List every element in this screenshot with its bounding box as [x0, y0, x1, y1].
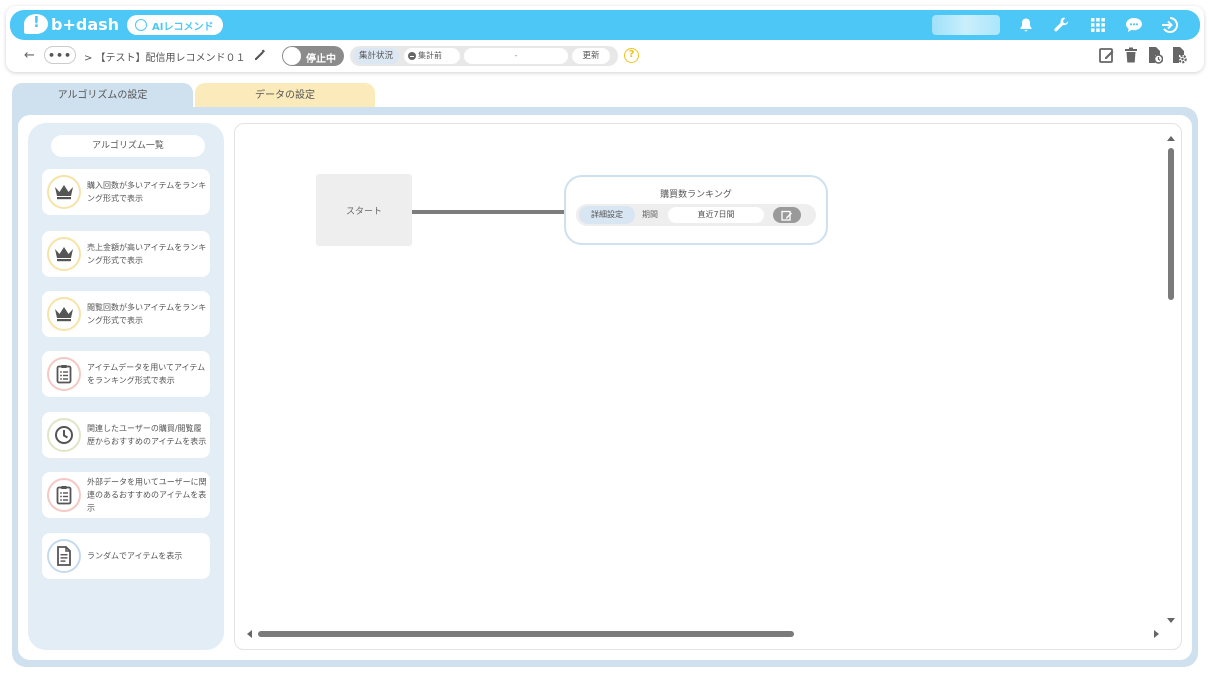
- detail-settings-button[interactable]: 詳細設定: [579, 206, 635, 224]
- algorithm-list-title: アルゴリズム一覧: [51, 135, 205, 157]
- algorithm-item-sales-amount[interactable]: 売上金額が高いアイテムをランキング形式で表示: [42, 231, 210, 277]
- algorithm-item-label: 閲覧回数が多いアイテムをランキング形式で表示: [87, 303, 207, 325]
- history-icon[interactable]: [1146, 45, 1164, 65]
- period-value: 直近7日間: [668, 207, 764, 223]
- edit-title-icon[interactable]: [253, 48, 267, 65]
- algorithm-item-label: 売上金額が高いアイテムをランキング形式で表示: [87, 243, 207, 265]
- algorithm-item-label: 関連したユーザーの購買/閲覧履歴からおすすめのアイテムを表示: [87, 424, 207, 446]
- horizontal-scrollbar[interactable]: [258, 631, 794, 637]
- ranking-node-title: 購買数ランキング: [660, 190, 732, 200]
- edit-node-button[interactable]: [773, 207, 801, 223]
- sub-bar: ← ••• > 【テスト】配信用レコメンド０１ 停止中 集計状況 集計前 - 更…: [20, 46, 1190, 68]
- ranking-node[interactable]: 購買数ランキング 詳細設定 期間 直近7日間: [564, 175, 828, 245]
- app-badge-label: AIレコメンド: [152, 21, 214, 33]
- period-label: 期間: [642, 210, 658, 219]
- action-icons: [1098, 45, 1188, 65]
- more-menu-button[interactable]: •••: [44, 46, 76, 64]
- algorithm-item-label: 購入回数が多いアイテムをランキング形式で表示: [87, 181, 207, 203]
- start-node[interactable]: スタート: [316, 174, 412, 246]
- algorithm-item-related-users[interactable]: 関連したユーザーの購買/閲覧履歴からおすすめのアイテムを表示: [42, 412, 210, 458]
- aggregation-state: 集計前: [404, 48, 460, 64]
- tab-data-settings[interactable]: データの設定: [195, 83, 375, 109]
- ai-recommend-icon: [135, 19, 147, 31]
- toggle-knob: [283, 47, 301, 65]
- edit-icon[interactable]: [1098, 45, 1116, 65]
- status-toggle[interactable]: 停止中: [282, 46, 344, 66]
- wrench-icon[interactable]: [1050, 13, 1074, 37]
- scroll-left-arrow[interactable]: [247, 630, 252, 638]
- clock-icon: [47, 418, 81, 452]
- back-button[interactable]: ←: [24, 48, 35, 63]
- algorithm-item-item-data[interactable]: アイテムデータを用いてアイテムをランキング形式で表示: [42, 351, 210, 397]
- toggle-label: 停止中: [306, 54, 336, 65]
- help-icon[interactable]: ?: [624, 48, 639, 63]
- scroll-right-arrow[interactable]: [1154, 630, 1159, 638]
- aggregation-status: 集計状況 集計前 - 更新: [350, 46, 618, 66]
- minus-circle-icon: [408, 52, 416, 60]
- ranking-node-settings: 詳細設定 期間 直近7日間: [576, 204, 816, 226]
- crown-icon: [47, 175, 81, 209]
- algorithm-item-purchase-count[interactable]: 購入回数が多いアイテムをランキング形式で表示: [42, 169, 210, 215]
- main-content: アルゴリズム一覧 購入回数が多いアイテムをランキング形式で表示 売上金額が高いア…: [18, 115, 1192, 660]
- delete-icon[interactable]: [1122, 45, 1140, 65]
- vertical-scrollbar[interactable]: [1168, 148, 1174, 300]
- logout-icon[interactable]: [1158, 13, 1182, 37]
- aggregation-value: -: [464, 48, 568, 64]
- algorithm-list: アルゴリズム一覧 購入回数が多いアイテムをランキング形式で表示 売上金額が高いア…: [28, 123, 224, 650]
- settings-icon[interactable]: [1170, 45, 1188, 65]
- tab-algorithm-settings[interactable]: アルゴリズムの設定: [12, 83, 193, 109]
- main-panel: アルゴリズム一覧 購入回数が多いアイテムをランキング形式で表示 売上金額が高いア…: [12, 107, 1198, 667]
- flow-canvas[interactable]: スタート 購買数ランキング 詳細設定 期間 直近7日間: [234, 123, 1182, 650]
- clipboard-list-icon: [47, 357, 81, 391]
- algorithm-item-label: アイテムデータを用いてアイテムをランキング形式で表示: [87, 363, 206, 385]
- user-name-blurred[interactable]: [932, 15, 1000, 35]
- flow-connector: [412, 210, 564, 214]
- breadcrumb: > 【テスト】配信用レコメンド０１: [84, 53, 246, 64]
- grid-icon[interactable]: [1086, 13, 1110, 37]
- app-header: b+dash AIレコメンド ← ••• >: [6, 6, 1204, 72]
- clipboard-list-icon: [47, 478, 81, 512]
- top-icons: [1014, 13, 1182, 37]
- edit-icon: [781, 210, 792, 221]
- logo-bubble-icon: [24, 13, 48, 34]
- algorithm-item-external-data[interactable]: 外部データを用いてユーザーに関連のあるおすすめのアイテムを表示: [42, 472, 210, 518]
- bell-icon[interactable]: [1014, 13, 1038, 37]
- aggregation-state-text: 集計前: [418, 51, 442, 60]
- update-button[interactable]: 更新: [572, 48, 610, 64]
- logo[interactable]: b+dash: [24, 13, 120, 34]
- aggregation-status-label: 集計状況: [353, 48, 400, 64]
- algorithm-item-label: 外部データを用いてユーザーに関連のあるおすすめのアイテムを表示: [87, 477, 207, 513]
- crown-icon: [47, 237, 81, 271]
- algorithm-item-label: ランダムでアイテムを表示: [87, 551, 183, 561]
- top-bar: b+dash AIレコメンド: [10, 10, 1200, 40]
- algorithm-item-view-count[interactable]: 閲覧回数が多いアイテムをランキング形式で表示: [42, 291, 210, 337]
- logo-text: b+dash: [51, 14, 120, 34]
- support-chat-icon[interactable]: [1122, 13, 1146, 37]
- app-badge[interactable]: AIレコメンド: [127, 15, 224, 35]
- document-icon: [47, 539, 81, 573]
- scroll-down-arrow[interactable]: [1167, 618, 1175, 623]
- scroll-up-arrow[interactable]: [1167, 136, 1175, 141]
- algorithm-item-random[interactable]: ランダムでアイテムを表示: [42, 533, 210, 579]
- crown-icon: [47, 297, 81, 331]
